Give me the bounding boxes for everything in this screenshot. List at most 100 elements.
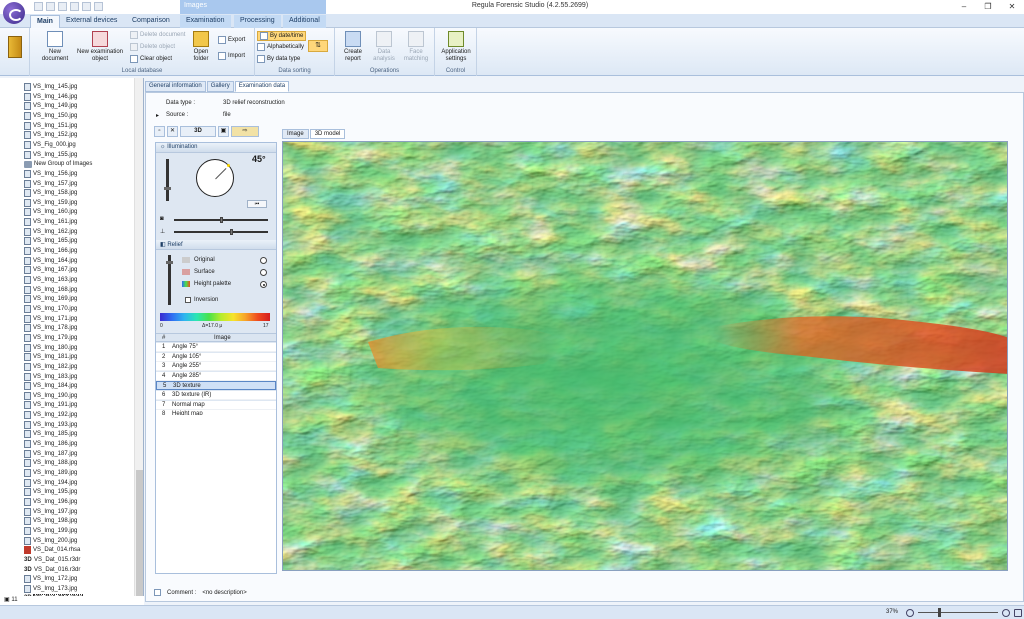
maximize-icon[interactable]: ❐: [976, 0, 1000, 14]
tree-item[interactable]: 3D VS_Dat_015.r3dr: [24, 555, 80, 565]
tree-item[interactable]: VS_Dat_014.rhsa: [24, 545, 80, 555]
inversion-box[interactable]: [185, 297, 191, 303]
application-settings-button[interactable]: Application settings: [437, 31, 475, 63]
tree-item[interactable]: VS_Img_188.jpg: [24, 458, 77, 468]
face-matching-button[interactable]: Face matching: [401, 31, 431, 63]
tab-general-information[interactable]: General information: [145, 81, 206, 92]
tree-item[interactable]: VS_Img_155.jpg: [24, 150, 77, 160]
tree-item[interactable]: VS_Img_182.jpg: [24, 362, 77, 372]
image-table-row[interactable]: 7 Normal map: [156, 400, 276, 410]
radio-original[interactable]: [260, 257, 267, 264]
tree-item[interactable]: VS_Img_191.jpg: [24, 400, 77, 410]
tree-item[interactable]: VS_Img_151.jpg: [24, 121, 77, 131]
tree-scroll-thumb[interactable]: [136, 470, 143, 598]
tree-item[interactable]: VS_Img_159.jpg: [24, 198, 77, 208]
tree-item[interactable]: VS_Img_187.jpg: [24, 449, 77, 459]
tree-item[interactable]: VS_Img_180.jpg: [24, 343, 77, 353]
tree-item[interactable]: VS_Img_178.jpg: [24, 323, 77, 333]
zoom-slider-thumb[interactable]: [938, 608, 941, 617]
data-analysis-button[interactable]: Data analysis: [369, 31, 399, 63]
tab-image[interactable]: Image: [282, 129, 309, 139]
tree-item[interactable]: VS_Img_158.jpg: [24, 188, 77, 198]
open-folder-button[interactable]: Open folder: [188, 31, 214, 63]
relief-option-surface[interactable]: Surface: [182, 269, 215, 275]
relief-option-original[interactable]: Original: [182, 257, 215, 263]
export-button[interactable]: Export: [218, 36, 245, 44]
tree-item[interactable]: VS_Img_149.jpg: [24, 101, 77, 111]
comment-icon[interactable]: [154, 589, 161, 596]
3d-relief-viewport[interactable]: [282, 141, 1008, 571]
image-table-row[interactable]: 1 Angle 75°: [156, 343, 276, 352]
undo-icon[interactable]: [82, 2, 91, 11]
tree-item[interactable]: 3D VS_Dat_016.r3dr: [24, 565, 80, 575]
close-model-icon[interactable]: ✕: [167, 126, 178, 137]
tree-item[interactable]: VS_Img_189.jpg: [24, 468, 77, 478]
tree-item[interactable]: VS_Img_181.jpg: [24, 352, 77, 362]
tree-item[interactable]: VS_Img_167.jpg: [24, 265, 77, 275]
image-table-row[interactable]: 3 Angle 255°: [156, 362, 276, 372]
light-direction-dial[interactable]: [196, 159, 234, 197]
contrast-thumb[interactable]: [220, 217, 223, 223]
tab-processing[interactable]: Processing: [234, 15, 281, 28]
tree-item[interactable]: VS_Img_156.jpg: [24, 169, 77, 179]
minimize-icon[interactable]: –: [952, 0, 976, 14]
tab-examination[interactable]: Examination: [180, 15, 231, 28]
new-examination-object-button[interactable]: New examination object: [74, 31, 126, 63]
contrast-slider[interactable]: [174, 217, 268, 223]
image-table-row[interactable]: 2 Angle 105°: [156, 352, 276, 362]
create-report-button[interactable]: Create report: [339, 31, 367, 63]
reset-light-button[interactable]: ⏮: [247, 200, 267, 208]
tree-item[interactable]: New Group of Images: [24, 159, 92, 169]
tab-additional[interactable]: Additional: [283, 15, 326, 28]
tree-item[interactable]: VS_Img_169.jpg: [24, 294, 77, 304]
image-table-row[interactable]: 4 Angle 285°: [156, 371, 276, 381]
relief-depth-slider[interactable]: [166, 255, 173, 305]
open-icon[interactable]: [46, 2, 55, 11]
tree-item[interactable]: VS_Img_183.jpg: [24, 372, 77, 382]
tree-item[interactable]: VS_Img_186.jpg: [24, 439, 77, 449]
tree-item[interactable]: VS_Img_192.jpg: [24, 410, 77, 420]
tree-item[interactable]: VS_Img_166.jpg: [24, 246, 77, 256]
tree-item[interactable]: VS_Img_197.jpg: [24, 507, 77, 517]
tree-item[interactable]: VS_Img_160.jpg: [24, 207, 77, 217]
tree-item[interactable]: VS_Img_173.jpg: [24, 584, 77, 594]
tree-item[interactable]: VS_Img_168.jpg: [24, 285, 77, 295]
tab-3d-model[interactable]: 3D model: [309, 129, 346, 139]
redo-icon[interactable]: [94, 2, 103, 11]
tree-item[interactable]: VS_Img_193.jpg: [24, 420, 77, 430]
save-model-icon[interactable]: ▫: [154, 126, 165, 137]
light-intensity-thumb[interactable]: [164, 187, 171, 190]
tree-item[interactable]: VS_Img_146.jpg: [24, 92, 77, 102]
tab-gallery[interactable]: Gallery: [206, 81, 234, 92]
tab-examination-data[interactable]: Examination data: [234, 81, 290, 92]
mode-3d-button[interactable]: 3D: [180, 126, 216, 137]
tree-item[interactable]: VS_Img_162.jpg: [24, 227, 77, 237]
tree-item[interactable]: VS_Img_198.jpg: [24, 516, 77, 526]
tree-item[interactable]: VS_Img_190.jpg: [24, 391, 77, 401]
source-expand-icon[interactable]: ▸: [156, 112, 159, 119]
tree-item[interactable]: VS_Img_185.jpg: [24, 429, 77, 439]
database-folder-icon[interactable]: [8, 36, 22, 58]
light-intensity-slider[interactable]: [164, 159, 171, 201]
relief-option-height-palette[interactable]: Height palette: [182, 281, 231, 287]
height-scale-slider[interactable]: [174, 229, 268, 235]
tree-scrollbar[interactable]: [134, 78, 143, 605]
tree-item[interactable]: VS_Img_170.jpg: [24, 304, 77, 314]
tree-item[interactable]: VS_Img_164.jpg: [24, 256, 77, 266]
sort-alphabetically-button[interactable]: Alphabetically: [257, 43, 304, 51]
tree-item[interactable]: VS_Img_199.jpg: [24, 526, 77, 536]
print-icon[interactable]: [58, 2, 67, 11]
import-button[interactable]: Import: [218, 52, 245, 60]
tree-item[interactable]: VS_Img_161.jpg: [24, 217, 77, 227]
image-table-row[interactable]: 5 3D texture: [156, 381, 276, 391]
export-model-icon[interactable]: ⇨: [231, 126, 259, 137]
tree-item[interactable]: VS_Img_165.jpg: [24, 236, 77, 246]
tree-item[interactable]: VS_Img_145.jpg: [24, 82, 77, 92]
tree-item[interactable]: VS_Img_179.jpg: [24, 333, 77, 343]
tree-item[interactable]: VS_Fig_000.jpg: [24, 140, 76, 150]
tree-item[interactable]: VS_Img_163.jpg: [24, 275, 77, 285]
snapshot-icon[interactable]: ▣: [218, 126, 229, 137]
tree-item[interactable]: VS_Img_195.jpg: [24, 487, 77, 497]
copy-icon[interactable]: [70, 2, 79, 11]
save-icon[interactable]: [34, 2, 43, 11]
